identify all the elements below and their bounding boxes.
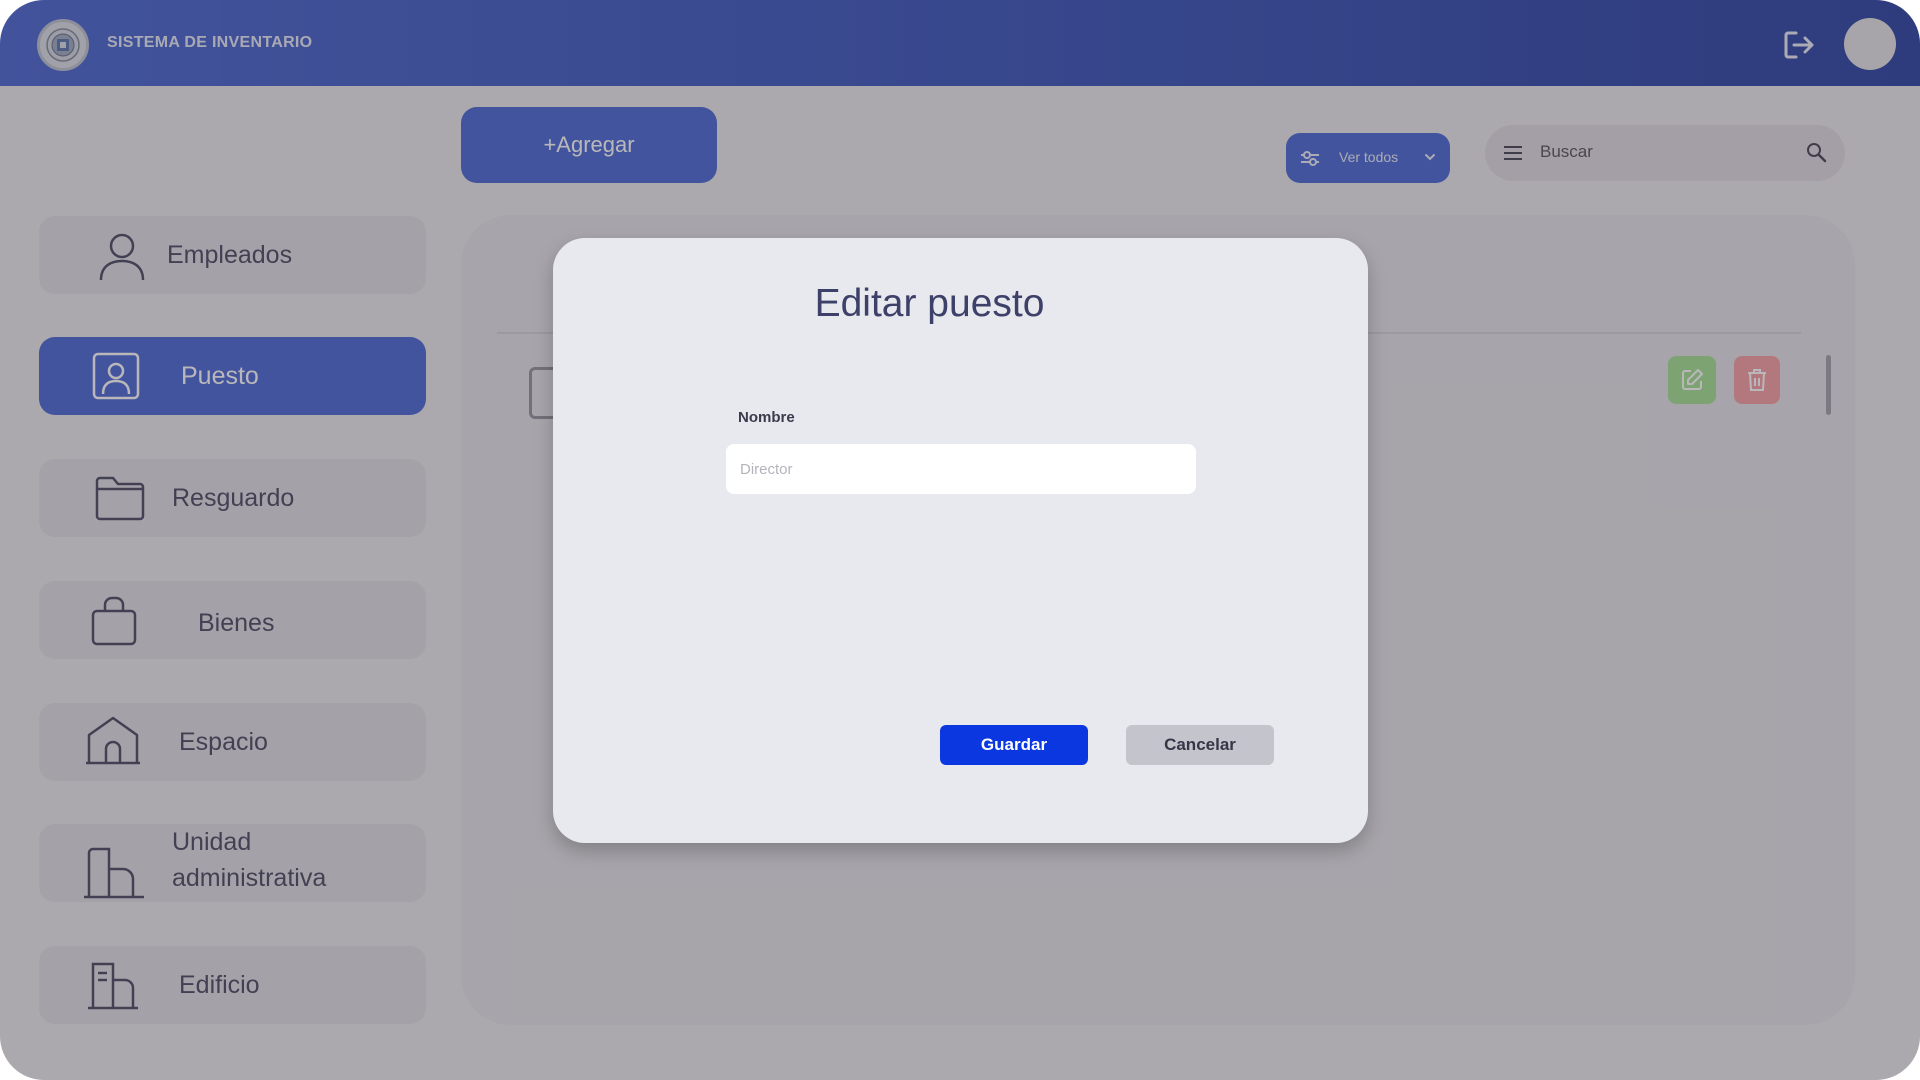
cancel-button[interactable]: Cancelar <box>1126 725 1274 765</box>
save-button[interactable]: Guardar <box>940 725 1088 765</box>
name-input[interactable] <box>726 444 1196 494</box>
dialog-title: Editar puesto <box>814 282 1045 325</box>
edit-position-dialog: Editar puesto Nombre Guardar Cancelar <box>553 238 1368 843</box>
app-window: SISTEMA DE INVENTARIO +Agregar Ver todos… <box>0 0 1920 1080</box>
name-field-label: Nombre <box>738 409 795 426</box>
